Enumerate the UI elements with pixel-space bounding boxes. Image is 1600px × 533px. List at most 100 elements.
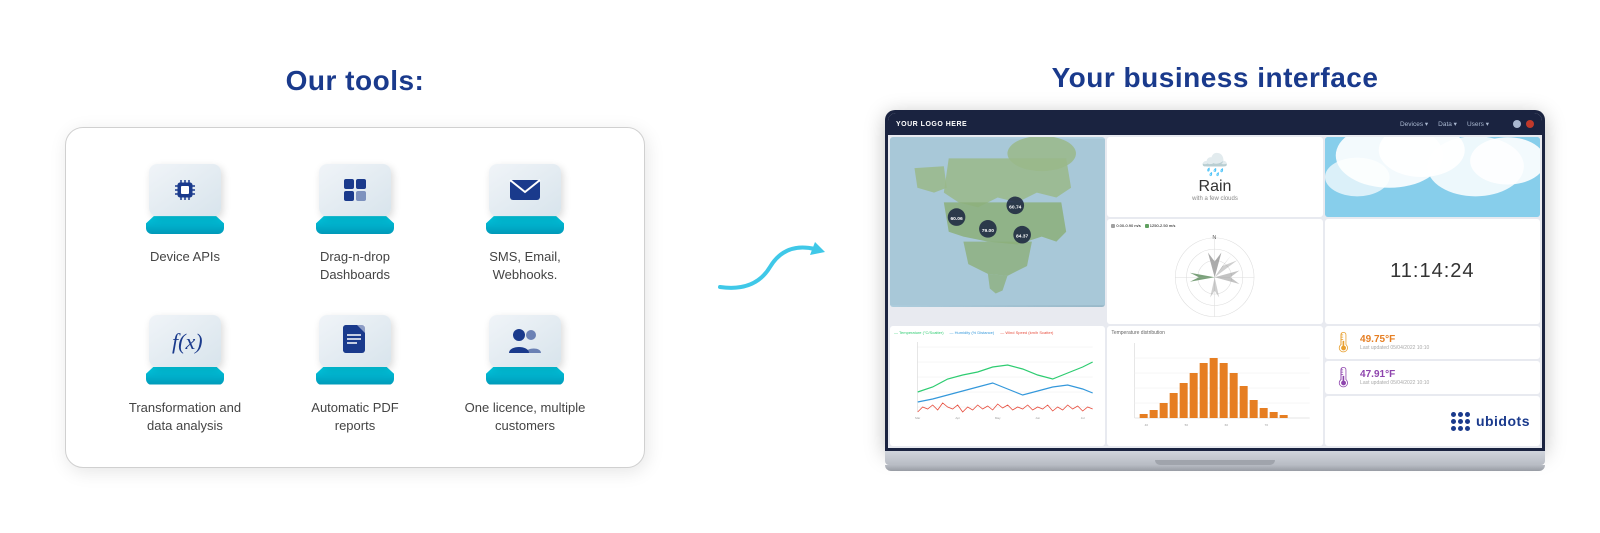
our-tools-title: Our tools: — [286, 65, 425, 97]
tool-licence: One licence, multiple customers — [450, 315, 600, 435]
temp-gauge-1: 🌡 49.75°F Last updated 05/04/2022 10:10 — [1325, 326, 1540, 359]
right-section: Your business interface YOUR LOGO HERE D… — [835, 62, 1595, 471]
thermometer-2-icon: 🌡 — [1331, 365, 1356, 390]
gauge-2-temp: 47.91°F — [1360, 369, 1534, 380]
thermometer-1-icon: 🌡 — [1331, 330, 1356, 355]
users-icon — [507, 325, 543, 357]
dashboard-nav-icons — [1513, 120, 1534, 128]
svg-text:84.37: 84.37 — [1016, 234, 1028, 240]
icon-top-layer — [489, 164, 561, 216]
gauge-1-info: 49.75°F Last updated 05/04/2022 10:10 — [1360, 334, 1534, 351]
dashboard-logo: YOUR LOGO HERE — [896, 121, 967, 128]
wind-legend: 0.00-0.90 m/s 1250-2.50 m/s — [1111, 223, 1318, 228]
svg-text:60.06: 60.06 — [950, 216, 962, 222]
envelope-icon — [507, 176, 543, 204]
tools-grid: Device APIs — [110, 164, 600, 435]
laptop-mockup: YOUR LOGO HERE Devices ▾ Data ▾ Users ▾ — [885, 110, 1545, 471]
main-container: Our tools: — [0, 0, 1600, 533]
nav-icon-help[interactable] — [1513, 120, 1521, 128]
icon-top-layer: f(x) — [149, 315, 221, 367]
right-top-area: 11:14:24 — [1325, 137, 1540, 324]
dashboard-map-widget: 60.06 60.74 79.00 84.37 — [890, 137, 1105, 307]
tools-grid-container: Device APIs — [65, 127, 645, 468]
right-bottom-widgets: 🌡 49.75°F Last updated 05/04/2022 10:10 … — [1325, 326, 1540, 446]
tool-pdf-reports: Automatic PDF reports — [280, 315, 430, 435]
center-top-widgets: 🌧️ Rain with a few clouds — [1107, 137, 1322, 324]
tool-transformation: f(x) Transformation and data analysis — [110, 315, 260, 435]
weather-widget: 🌧️ Rain with a few clouds — [1107, 137, 1322, 217]
icon-bottom-teal — [316, 367, 394, 385]
nav-link-devices[interactable]: Devices ▾ — [1400, 120, 1428, 128]
wind-dot-2 — [1145, 224, 1149, 228]
icon-top-layer — [319, 315, 391, 367]
svg-text:Mar: Mar — [915, 416, 920, 420]
laptop-stand — [885, 465, 1545, 471]
left-section: Our tools: — [5, 65, 705, 468]
map-svg: 60.06 60.74 79.00 84.37 — [890, 137, 1105, 307]
ubidots-grid-icon — [1451, 412, 1470, 431]
pdf-icon-wrapper — [310, 315, 400, 385]
grid-icon — [338, 173, 372, 207]
bar-chart-widget: Temperature distribution — [1107, 326, 1322, 446]
icon-top-layer — [489, 315, 561, 367]
gauge-1-temp: 49.75°F — [1360, 334, 1534, 345]
tool-label-dashboards: Drag-n-drop Dashboards — [320, 248, 390, 284]
transformation-icon-wrapper: f(x) — [140, 315, 230, 385]
tool-label-device-apis: Device APIs — [150, 248, 220, 266]
svg-text:70: 70 — [1265, 423, 1269, 427]
tool-label-pdf: Automatic PDF reports — [311, 399, 398, 435]
ubidots-text: ubidots — [1476, 413, 1530, 429]
tool-label-sms: SMS, Email, Webhooks. — [489, 248, 561, 284]
line-chart-svg: Mar Apr May Jun Jul — [894, 337, 1101, 422]
icon-top-layer — [319, 164, 391, 216]
icon-bottom-teal — [316, 216, 394, 234]
temp-gauge-2: 🌡 47.91°F Last updated 05/04/2022 10:10 — [1325, 361, 1540, 394]
sms-icon-wrapper — [480, 164, 570, 234]
tool-sms-email: SMS, Email, Webhooks. — [450, 164, 600, 284]
svg-text:Jul: Jul — [1081, 416, 1085, 420]
svg-text:60.74: 60.74 — [1009, 204, 1021, 210]
tool-dashboards: Drag-n-drop Dashboards — [280, 164, 430, 284]
svg-text:N: N — [1213, 235, 1217, 241]
wind-rose-svg: N — [1111, 230, 1318, 320]
map-background: 60.06 60.74 79.00 84.37 — [890, 137, 1105, 307]
dashboard-nav-links: Devices ▾ Data ▾ Users ▾ — [1400, 120, 1489, 128]
device-apis-icon-wrapper — [140, 164, 230, 234]
chart-legend: — Temperature (°C/Scatter) — Humidity (%… — [894, 330, 1101, 335]
tool-device-apis: Device APIs — [110, 164, 260, 284]
sky-widget — [1325, 137, 1540, 217]
svg-text:60: 60 — [1225, 423, 1229, 427]
svg-text:f(x): f(x) — [172, 329, 203, 354]
nav-icon-user[interactable] — [1526, 120, 1534, 128]
arrow-icon — [715, 237, 825, 297]
svg-text:50: 50 — [1185, 423, 1189, 427]
dashboard-bottom-row: — Temperature (°C/Scatter) — Humidity (%… — [888, 326, 1542, 448]
svg-text:Apr: Apr — [955, 416, 960, 420]
line-chart-widget: — Temperature (°C/Scatter) — Humidity (%… — [890, 326, 1105, 446]
gauge-2-label: Last updated 05/04/2022 10:10 — [1360, 380, 1534, 386]
nav-link-data[interactable]: Data ▾ — [1438, 120, 1457, 128]
tool-label-transformation: Transformation and data analysis — [129, 399, 241, 435]
svg-text:40: 40 — [1145, 423, 1149, 427]
nav-link-users[interactable]: Users ▾ — [1467, 120, 1489, 128]
bar-chart-title: Temperature distribution — [1111, 330, 1318, 336]
ubidots-logo-widget: ubidots — [1325, 396, 1540, 446]
clock-time: 11:14:24 — [1390, 260, 1474, 283]
svg-text:79.00: 79.00 — [982, 228, 994, 234]
dashboards-icon-wrapper — [310, 164, 400, 234]
icon-top-layer — [149, 164, 221, 216]
wind-legend-item-2: 1250-2.50 m/s — [1145, 223, 1176, 228]
document-icon — [339, 323, 371, 359]
business-interface-title: Your business interface — [1052, 62, 1379, 94]
dashboard-main-area: 60.06 60.74 79.00 84.37 — [888, 135, 1542, 326]
function-icon: f(x) — [167, 323, 203, 359]
wind-legend-item-1: 0.00-0.90 m/s — [1111, 223, 1140, 228]
icon-bottom-teal — [146, 367, 224, 385]
gauge-2-info: 47.91°F Last updated 05/04/2022 10:10 — [1360, 369, 1534, 386]
clock-widget: 11:14:24 — [1325, 219, 1540, 324]
weather-icon: 🌧️ — [1201, 152, 1228, 178]
icon-bottom-teal — [146, 216, 224, 234]
arrow-section — [705, 237, 835, 297]
dashboard-navbar: YOUR LOGO HERE Devices ▾ Data ▾ Users ▾ — [888, 113, 1542, 135]
wind-rose-widget: 0.00-0.90 m/s 1250-2.50 m/s — [1107, 219, 1322, 324]
